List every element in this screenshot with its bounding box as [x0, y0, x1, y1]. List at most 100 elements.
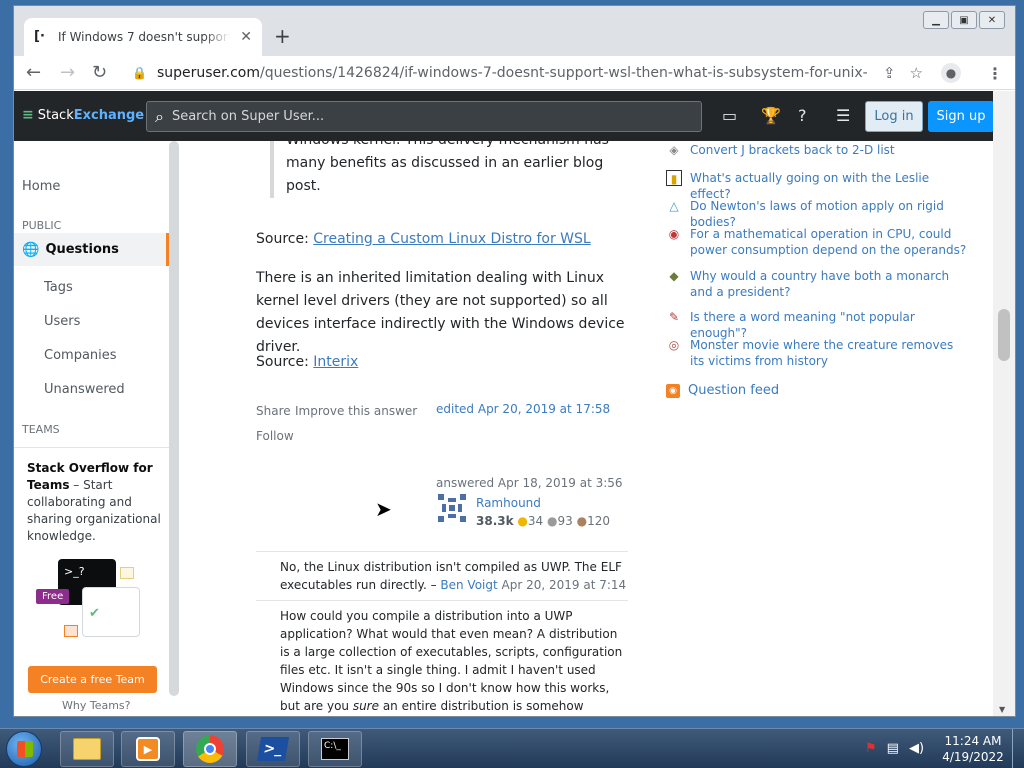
c-icon: ◈	[669, 143, 679, 157]
lock-icon[interactable]: 🔒	[132, 66, 147, 80]
hot-question-item[interactable]: ◈ Convert J brackets back to 2-D list	[666, 142, 976, 158]
forward-button[interactable]: →	[60, 62, 75, 83]
movies-icon: ◎	[668, 338, 680, 352]
nav-section-teams: TEAMS	[22, 423, 60, 436]
comment: How could you compile a distribution int…	[256, 600, 628, 716]
improve-answer-link[interactable]: Improve this answer	[295, 400, 417, 423]
source-link-wsl[interactable]: Creating a Custom Linux Distro for WSL	[313, 231, 590, 247]
scroll-down-arrow-icon[interactable]: ▼	[999, 705, 1005, 714]
browser-toolbar: ← → ↻ 🔒 superuser.com/questions/1426824/…	[14, 56, 1015, 90]
nav-questions[interactable]: 🌐 Questions	[14, 233, 169, 266]
teams-illustration: >_? ✔ Free	[32, 559, 142, 643]
search-icon: ⌕	[155, 106, 164, 126]
edited-timestamp[interactable]: edited Apr 20, 2019 at 17:58	[436, 398, 610, 421]
checklist-illustration-icon: ✔	[82, 587, 140, 637]
blockquote: Windows kernel. This delivery mechanism …	[270, 141, 620, 198]
rss-icon: ◉	[666, 384, 680, 398]
profile-icon[interactable]: ●	[940, 63, 961, 83]
stackexchange-logo[interactable]: ≡ Stack Exchange	[22, 107, 144, 123]
share-icon[interactable]: ⇪	[883, 64, 896, 82]
why-teams-link[interactable]: Why Teams?	[62, 699, 131, 712]
browser-menu-icon[interactable]: ⋮	[987, 64, 1003, 83]
close-icon[interactable]: ✕	[240, 29, 252, 45]
speech-bubble-icon	[120, 567, 134, 579]
hot-question-item[interactable]: ◉ For a mathematical operation in CPU, c…	[666, 226, 976, 258]
user-reputation: 38.3k ●34 ●93 ●120	[476, 514, 610, 528]
share-link[interactable]: Share	[256, 400, 291, 423]
reload-button[interactable]: ↻	[92, 62, 107, 83]
taskbar-explorer[interactable]	[60, 731, 114, 767]
cpu-icon: ◉	[668, 227, 680, 241]
media-player-icon: ▶	[136, 737, 160, 761]
create-team-button[interactable]: Create a free Team	[28, 666, 157, 693]
new-tab-button[interactable]: +	[274, 24, 291, 48]
maximize-button[interactable]: ▣	[951, 11, 977, 29]
tab-title: If Windows 7 doesn't support WSL then wh…	[58, 30, 230, 44]
source-link-interix[interactable]: Interix	[313, 354, 358, 370]
question-feed-link[interactable]: ◉ Question feed	[666, 383, 779, 399]
avatar[interactable]	[436, 492, 468, 524]
teams-promo: Stack Overflow for Teams – Start collabo…	[14, 447, 169, 545]
hot-question-item[interactable]: ◎ Monster movie where the creature remov…	[666, 337, 976, 369]
windows-logo-icon	[17, 741, 33, 757]
close-window-button[interactable]: ✕	[979, 11, 1005, 29]
show-desktop-button[interactable]	[1012, 729, 1024, 768]
physics-icon: △	[669, 199, 679, 213]
speech-bubble-icon	[64, 625, 78, 637]
help-icon[interactable]: ?	[798, 106, 807, 125]
taskbar-cmd[interactable]: C:\_	[308, 731, 362, 767]
hot-question-item[interactable]: ◆ Why would a country have both a monarc…	[666, 268, 976, 300]
bookmark-star-icon[interactable]: ☆	[910, 64, 923, 82]
mouse-cursor-icon: ➤	[375, 497, 392, 521]
inbox-icon[interactable]: ▭	[722, 106, 737, 125]
taskbar-chrome[interactable]	[183, 731, 237, 767]
url-text: superuser.com/questions/1426824/if-windo…	[156, 65, 869, 81]
site-switcher-icon[interactable]: ☰	[836, 106, 850, 125]
electronics-icon: ▮	[666, 170, 682, 186]
comment: No, the Linux distribution isn't compile…	[256, 551, 628, 594]
back-button[interactable]: ←	[26, 62, 41, 83]
nav-unanswered[interactable]: Unanswered	[44, 382, 125, 397]
follow-link[interactable]: Follow	[256, 425, 294, 448]
browser-tab[interactable]: [· If Windows 7 doesn't support WSL then…	[24, 18, 262, 56]
answer-body: Windows kernel. This delivery mechanism …	[256, 141, 636, 716]
taskbar-powershell[interactable]: >_	[246, 731, 300, 767]
chrome-icon	[196, 735, 224, 763]
taskbar-media-player[interactable]: ▶	[121, 731, 175, 767]
check-icon: ✔	[89, 606, 100, 621]
page-scrollbar[interactable]: ▼	[993, 91, 1015, 716]
network-icon[interactable]: ▤	[887, 741, 899, 756]
signup-button[interactable]: Sign up	[928, 101, 994, 132]
nav-home[interactable]: Home	[22, 179, 60, 194]
scrollbar-thumb[interactable]	[998, 309, 1010, 361]
source-line: Source: Interix	[256, 354, 359, 370]
taskbar-clock[interactable]: 11:24 AM 4/19/2022	[938, 733, 1008, 765]
nav-users[interactable]: Users	[44, 314, 80, 329]
answer-paragraph: There is an inherited limitation dealing…	[256, 270, 625, 355]
windows-taskbar: ▶ >_ C:\_ ⚑ ▤ ◀) 11:24 AM 4/19/2022	[0, 728, 1024, 768]
tab-strip: [· If Windows 7 doesn't support WSL then…	[14, 6, 1015, 56]
search-input[interactable]	[171, 109, 672, 124]
free-badge: Free	[36, 589, 70, 604]
stackexchange-logo-icon: ≡	[22, 107, 34, 123]
world-icon: ◆	[669, 269, 679, 283]
minimize-button[interactable]: ▁	[923, 11, 949, 29]
nav-tags[interactable]: Tags	[44, 280, 73, 295]
comment-date[interactable]: Apr 20, 2019 at 7:14	[498, 578, 627, 592]
site-search: ⌕	[146, 101, 702, 132]
system-tray: ⚑ ▤ ◀)	[865, 741, 924, 756]
action-center-flag-icon[interactable]: ⚑	[865, 741, 877, 756]
comment-user-link[interactable]: Ben Voigt	[440, 578, 497, 592]
sidebar-scrollbar[interactable]	[169, 141, 179, 696]
nav-companies[interactable]: Companies	[44, 348, 117, 363]
window-controls: ▁ ▣ ✕	[923, 11, 1005, 29]
source-line: Source: Creating a Custom Linux Distro f…	[256, 231, 591, 247]
nav-section-public: PUBLIC	[22, 219, 62, 232]
achievements-trophy-icon[interactable]: 🏆	[761, 106, 781, 125]
volume-icon[interactable]: ◀)	[909, 741, 924, 756]
cmd-icon: C:\_	[321, 738, 349, 760]
start-button[interactable]	[6, 731, 42, 767]
login-button[interactable]: Log in	[865, 101, 923, 132]
english-icon: ✎	[668, 310, 680, 324]
address-bar[interactable]: 🔒 superuser.com/questions/1426824/if-win…	[126, 59, 974, 87]
